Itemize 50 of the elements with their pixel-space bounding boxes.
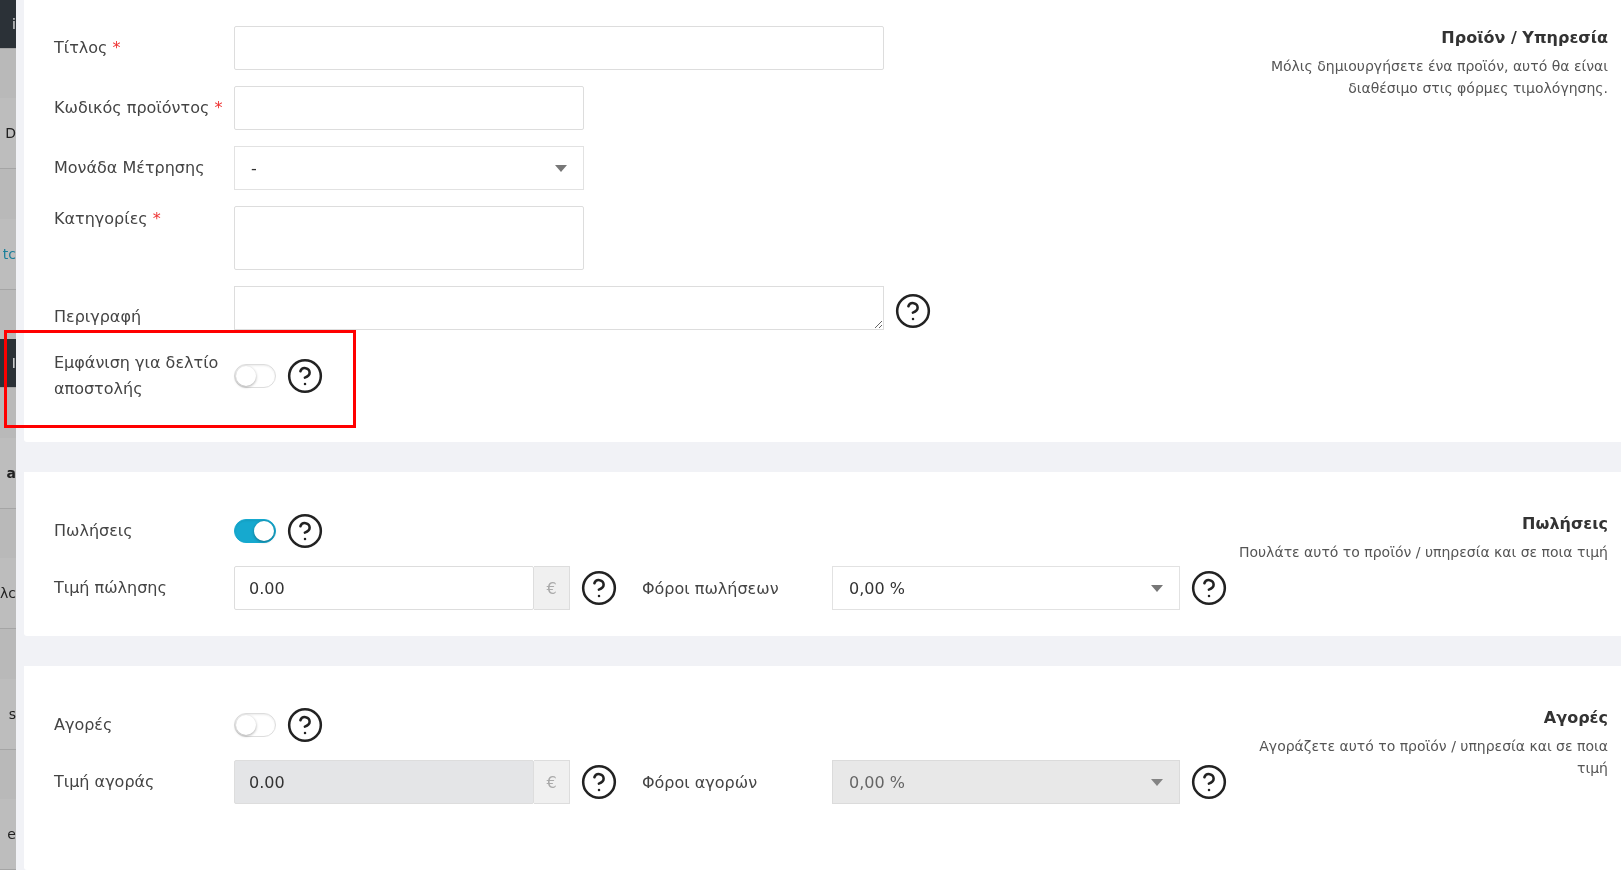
section-title: Πωλήσεις xyxy=(1522,514,1608,533)
input-field[interactable] xyxy=(234,26,884,70)
caret-icon xyxy=(1151,584,1163,592)
section-description: Πουλάτε αυτό το προϊόν / υπηρεσία και σε ποια τιμή xyxy=(1238,543,1608,562)
price-field[interactable]: 0.00 xyxy=(234,566,534,610)
help-icon[interactable] xyxy=(286,706,324,744)
section-title: Προϊόν / Υπηρεσία xyxy=(1441,28,1608,47)
select-field[interactable]: 0,00 % xyxy=(832,566,1180,610)
field-label: Κατηγορίες * xyxy=(54,208,162,230)
field-label: Τιμή αγοράς xyxy=(54,771,156,793)
field-label: Κωδικός προϊόντος * xyxy=(54,97,224,119)
sidebar-text: a xyxy=(6,464,16,481)
select-field[interactable]: - xyxy=(234,146,584,190)
sidebar-text: s xyxy=(8,705,16,722)
currency-addon: € xyxy=(534,760,570,804)
field-label: Φόροι αγορών xyxy=(642,772,759,792)
input-field[interactable] xyxy=(234,86,584,130)
caret-icon xyxy=(1151,778,1163,786)
help-icon[interactable] xyxy=(1190,763,1228,801)
field-label: Μονάδα Μέτρησης xyxy=(54,157,206,179)
sidebar-text: i xyxy=(12,16,16,32)
field-label: Πωλήσεις xyxy=(54,520,134,542)
help-icon[interactable] xyxy=(286,357,324,395)
required-mark: * xyxy=(214,98,223,117)
section-title: Αγορές xyxy=(1543,708,1608,727)
field-label: Εμφάνιση για δελτίο αποστολής xyxy=(54,352,220,400)
field-label: Αγορές xyxy=(54,714,114,736)
field-label: Περιγραφή xyxy=(54,306,143,328)
help-icon[interactable] xyxy=(286,512,324,550)
toggle-switch[interactable] xyxy=(234,519,276,543)
field-label: Τίτλος * xyxy=(54,37,122,59)
sidebar-text: λc xyxy=(0,585,16,602)
section-description: Αγοράζετε αυτό το προϊόν / υπηρεσία και σε ποια τιμή xyxy=(1258,737,1608,778)
help-icon[interactable] xyxy=(1190,569,1228,607)
sidebar-text: tc xyxy=(2,245,16,262)
help-icon[interactable] xyxy=(580,763,618,801)
input-field[interactable] xyxy=(234,206,584,270)
sidebar-text: e xyxy=(7,825,16,842)
currency-addon: € xyxy=(534,566,570,610)
field-label: Φόροι πωλήσεων xyxy=(642,578,780,598)
textarea-field[interactable] xyxy=(234,286,884,330)
section-description: Μόλις δημιουργήσετε ένα προϊόν, αυτό θα είναι διαθέσιμο στις φόρμες τιμολόγησης. xyxy=(1269,57,1608,98)
sidebar-text: I xyxy=(11,355,16,372)
caret-icon xyxy=(555,164,567,172)
help-icon[interactable] xyxy=(894,292,932,330)
required-mark: * xyxy=(112,38,121,57)
required-mark: * xyxy=(152,209,161,228)
sidebar-text: D xyxy=(5,125,16,142)
field-label: Τιμή πώλησης xyxy=(54,577,168,599)
help-icon[interactable] xyxy=(580,569,618,607)
